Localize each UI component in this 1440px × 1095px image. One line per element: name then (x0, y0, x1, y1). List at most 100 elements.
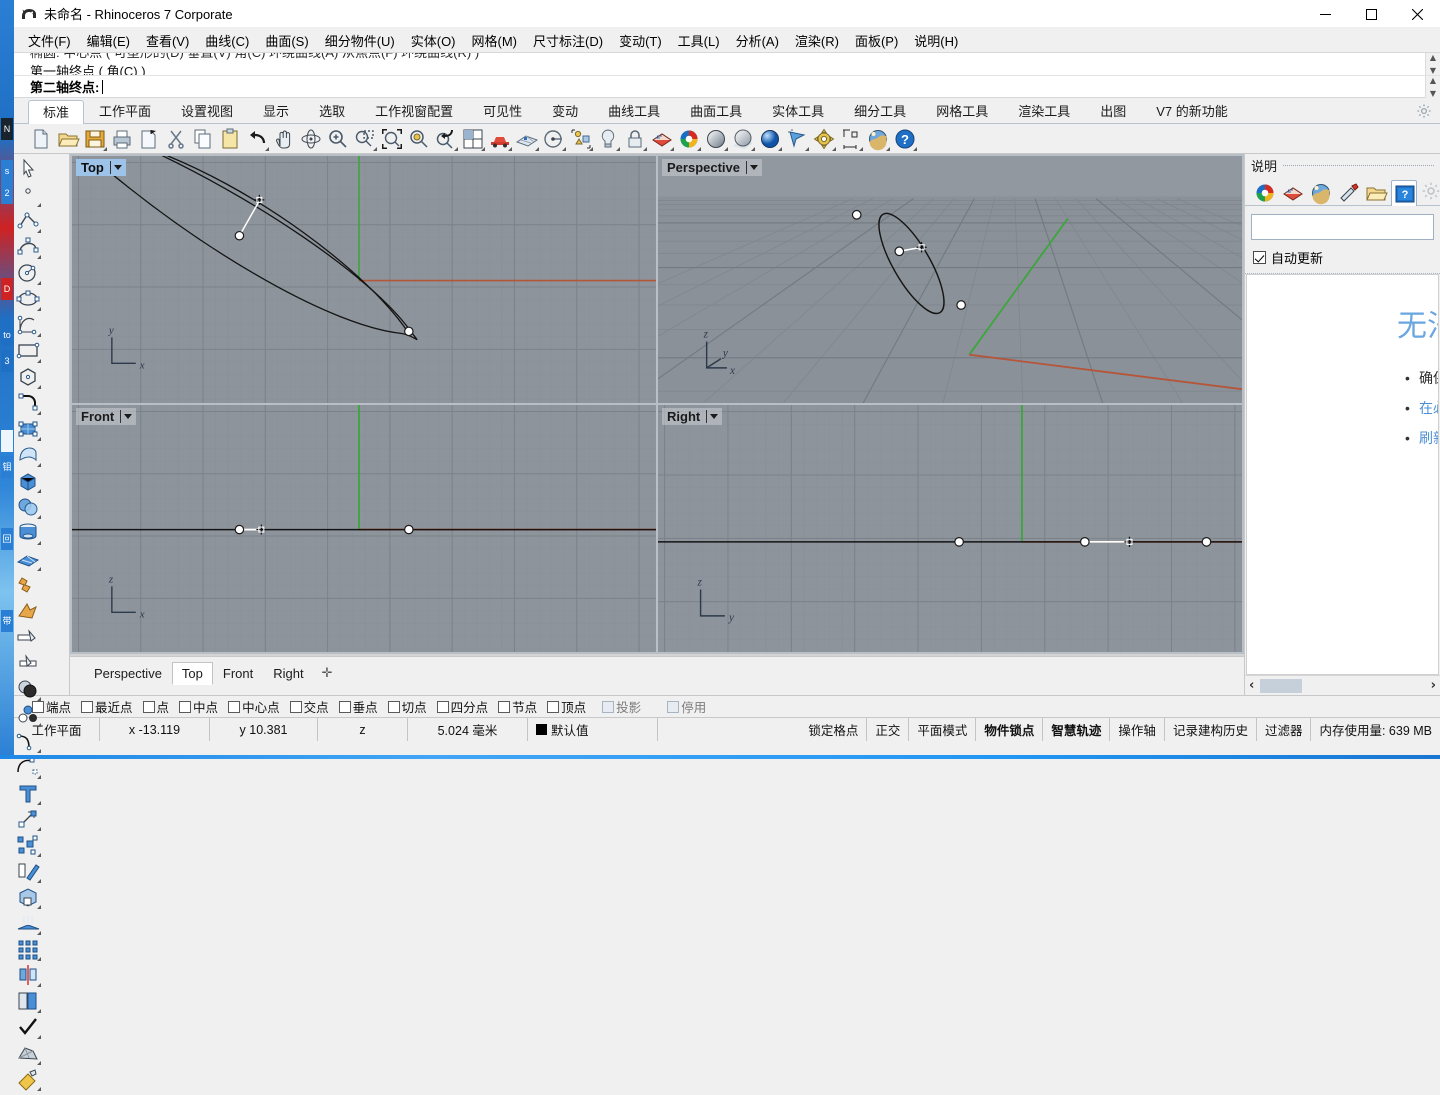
select-arrow-icon[interactable] (14, 156, 42, 182)
menu-item-solid[interactable]: 实体(O) (403, 29, 464, 52)
scroll-up-icon[interactable]: ▲ (1430, 53, 1436, 62)
tab-cplane[interactable]: 工作平面 (84, 99, 166, 123)
scroll-up-icon[interactable]: ▲ (1430, 76, 1436, 85)
auto-update-checkbox-row[interactable]: 自动更新 (1245, 240, 1440, 274)
osnap-quadrant[interactable]: 四分点 (433, 697, 493, 716)
save-file-icon[interactable] (82, 126, 108, 152)
status-toggle-smarttrack[interactable]: 智慧轨迹 (1043, 718, 1111, 741)
menu-item-edit[interactable]: 编辑(E) (79, 29, 138, 52)
zoom-window-icon[interactable] (352, 126, 378, 152)
boolean-union-icon[interactable] (14, 676, 42, 702)
ground-plane-icon[interactable] (1335, 179, 1361, 205)
select-filter-icon[interactable] (784, 126, 810, 152)
status-toggle-gumball[interactable]: 操作轴 (1110, 718, 1165, 741)
menu-item-transform[interactable]: 变动(T) (611, 29, 670, 52)
control-point-curve-icon[interactable] (14, 234, 42, 260)
tab-visibility[interactable]: 可见性 (468, 99, 537, 123)
tab-mesh-tools[interactable]: 网格工具 (921, 99, 1003, 123)
export-icon[interactable] (136, 126, 162, 152)
environment-icon[interactable] (865, 126, 891, 152)
box-icon[interactable] (14, 468, 42, 494)
menu-item-mesh[interactable]: 网格(M) (464, 29, 526, 52)
gear-icon[interactable] (1416, 103, 1432, 119)
tab-transform[interactable]: 变动 (537, 99, 593, 123)
viewport-front[interactable]: z x Front (72, 405, 656, 652)
point-transform-icon[interactable] (14, 806, 42, 832)
help-horizontal-scrollbar[interactable]: ‹ › (1245, 675, 1440, 695)
planar-icon[interactable] (541, 126, 567, 152)
osnap-icon[interactable] (568, 126, 594, 152)
menu-item-dimension[interactable]: 尺寸标注(D) (525, 29, 611, 52)
add-viewport-tab-icon[interactable]: ✛ (314, 662, 341, 684)
checkbox[interactable] (142, 700, 155, 713)
open-file-icon[interactable] (55, 126, 81, 152)
copy-icon[interactable] (190, 126, 216, 152)
new-file-icon[interactable] (28, 126, 54, 152)
cut-icon[interactable] (163, 126, 189, 152)
scroll-left-icon[interactable]: ‹ (1249, 678, 1254, 693)
checkbox[interactable] (667, 700, 680, 713)
chevron-down-icon[interactable] (750, 165, 758, 170)
polygon-icon[interactable] (14, 364, 42, 390)
checkbox[interactable] (338, 700, 351, 713)
gear-icon[interactable] (1421, 181, 1440, 201)
viewport-label-perspective[interactable]: Perspective (662, 159, 762, 176)
viewport-right[interactable]: z y Right (658, 405, 1242, 652)
check-icon[interactable] (14, 1014, 42, 1040)
osnap-vertex[interactable]: 顶点 (543, 697, 590, 716)
help-bullet-item[interactable]: 刷新此页面重新载入内容。 (1405, 423, 1438, 453)
tab-display[interactable]: 显示 (248, 99, 304, 123)
viewport-label-top[interactable]: Top (76, 159, 126, 176)
text-icon[interactable] (14, 780, 42, 806)
folder-icon[interactable] (1363, 179, 1389, 205)
surface-array-icon[interactable] (14, 546, 42, 572)
polyline-icon[interactable] (14, 208, 42, 234)
boolean-difference-icon[interactable] (14, 702, 42, 728)
light-icon[interactable] (595, 126, 621, 152)
pan-icon[interactable] (271, 126, 297, 152)
rotate-view-icon[interactable] (298, 126, 324, 152)
tab-surface-tools[interactable]: 曲面工具 (675, 99, 757, 123)
explode-icon[interactable] (14, 572, 42, 598)
command-prompt-scrollbar[interactable]: ▲ ▼ (1425, 76, 1440, 98)
tab-standard[interactable]: 标准 (28, 100, 85, 124)
tab-set-view[interactable]: 设置视图 (166, 99, 248, 123)
osnap-center[interactable]: 中心点 (224, 697, 284, 716)
extrude-icon[interactable] (14, 910, 42, 936)
rectangle-icon[interactable] (14, 338, 42, 364)
viewport-perspective[interactable]: z y x Perspective (658, 156, 1242, 403)
menu-item-render[interactable]: 渲染(R) (787, 29, 847, 52)
osnap-nearest[interactable]: 最近点 (77, 697, 137, 716)
osnap-tangent[interactable]: 切点 (384, 697, 431, 716)
zoom-extents-icon[interactable] (379, 126, 405, 152)
dimension-icon[interactable] (838, 126, 864, 152)
environment-icon[interactable] (1307, 179, 1333, 205)
menu-item-analyze[interactable]: 分析(A) (728, 29, 787, 52)
help-content-area[interactable]: 无法显示说明内容 确保您的计算机已连接至网络。 在必要时请检查防火墙设置。 刷新… (1246, 274, 1439, 675)
checkbox[interactable] (289, 700, 302, 713)
render-paint-icon[interactable] (14, 1066, 42, 1092)
color-wheel-icon[interactable] (676, 126, 702, 152)
status-units[interactable]: 5.024 毫米 (408, 718, 528, 741)
trim-icon[interactable] (14, 624, 42, 650)
materials-icon[interactable] (1279, 179, 1305, 205)
scroll-down-icon[interactable]: ▼ (1430, 89, 1436, 98)
command-history-scrollbar[interactable]: ▲ ▼ (1425, 53, 1440, 75)
fillet-curve-icon[interactable] (14, 390, 42, 416)
cylinder-icon[interactable] (14, 520, 42, 546)
osnap-point[interactable]: 点 (139, 697, 174, 716)
rendered-view-icon[interactable] (757, 126, 783, 152)
scroll-thumb[interactable] (1260, 678, 1303, 693)
zoom-previous-icon[interactable] (433, 126, 459, 152)
search-input[interactable] (1252, 215, 1433, 239)
chevron-down-icon[interactable] (710, 414, 719, 419)
checkbox[interactable] (602, 700, 615, 713)
ellipse-icon[interactable] (14, 286, 42, 312)
menu-item-help[interactable]: 说明(H) (906, 29, 966, 52)
checkbox[interactable] (81, 700, 94, 713)
help-search-field[interactable] (1251, 214, 1434, 240)
sphere-boolean-icon[interactable] (14, 494, 42, 520)
status-toggle-filter[interactable]: 过滤器 (1257, 718, 1312, 741)
shaded-view-icon[interactable] (703, 126, 729, 152)
print-icon[interactable] (109, 126, 135, 152)
